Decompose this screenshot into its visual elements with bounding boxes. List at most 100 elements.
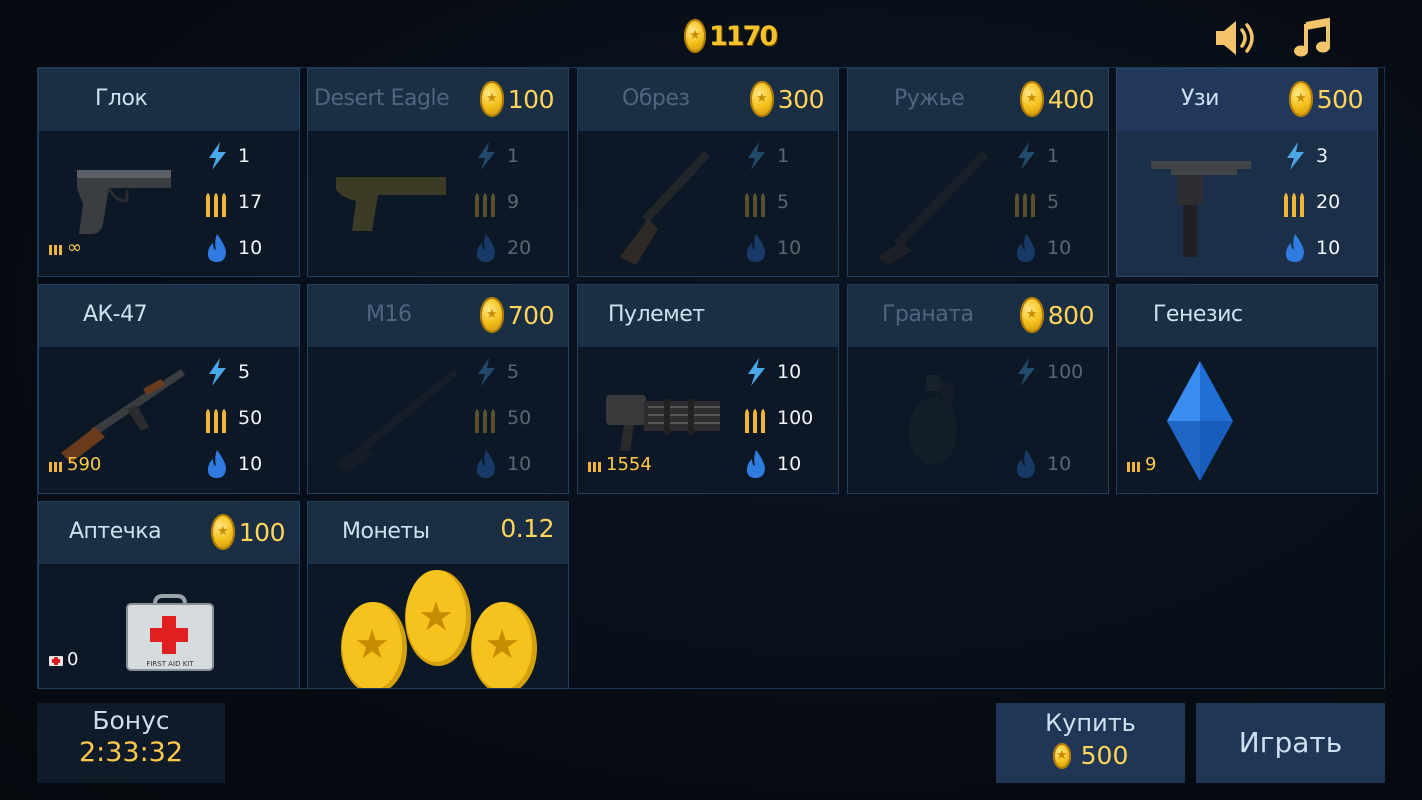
- play-button[interactable]: Играть: [1196, 703, 1385, 783]
- fire-value: 10: [1047, 237, 1072, 259]
- damage-stat: 100: [1013, 357, 1083, 387]
- fire-value: 20: [507, 237, 532, 259]
- uzi-icon: [1151, 161, 1251, 257]
- fire-icon: [1013, 449, 1039, 479]
- fire-value: 10: [238, 453, 263, 475]
- damage-value: 10: [777, 361, 802, 383]
- damage-stat: 10: [743, 357, 801, 387]
- bullets-icon: [743, 403, 769, 433]
- lightning-icon: [1013, 357, 1039, 387]
- item-name: Аптечка: [69, 519, 162, 544]
- ak47-icon: [61, 369, 185, 463]
- ammo-value: 1554: [606, 454, 652, 475]
- item-card-desert-eagle[interactable]: Desert Eagle 100 1 9 20: [307, 68, 569, 277]
- fire-icon: [1282, 233, 1308, 263]
- shotgun-icon: [620, 151, 710, 265]
- fire-stat: 10: [1013, 449, 1071, 479]
- price: 500: [1288, 81, 1364, 117]
- damage-stat: 5: [473, 357, 519, 387]
- price-value: 100: [238, 517, 286, 547]
- buy-button[interactable]: Купить 500: [996, 703, 1185, 783]
- top-bar: 1170: [0, 0, 1422, 66]
- item-name: Узи: [1181, 86, 1219, 111]
- ammo-count: 0: [49, 649, 78, 670]
- clip-stat: 5: [743, 187, 789, 217]
- bullets-icon: [743, 187, 769, 217]
- damage-value: 1: [1047, 145, 1060, 167]
- fire-stat: 10: [473, 449, 531, 479]
- music-note-icon[interactable]: [1290, 16, 1338, 60]
- item-card-m16[interactable]: М16 700 5 50 10: [307, 284, 569, 494]
- damage-value: 1: [507, 145, 520, 167]
- item-name: Desert Eagle: [314, 86, 450, 111]
- fire-icon: [204, 449, 230, 479]
- item-card-sawed-off[interactable]: Обрез 300 1 5 10: [577, 68, 839, 277]
- coin-icon: [479, 297, 504, 333]
- coin-icon: [749, 81, 774, 117]
- item-name: Ружье: [894, 86, 965, 111]
- clip-value: 20: [1316, 191, 1341, 213]
- fire-value: 10: [238, 237, 263, 259]
- clip-stat: 5: [1013, 187, 1059, 217]
- item-name: АК-47: [83, 302, 148, 327]
- clip-value: 5: [777, 191, 790, 213]
- fire-stat: 10: [743, 449, 801, 479]
- ammo-value: 0: [67, 649, 79, 670]
- lightning-icon: [1282, 141, 1308, 171]
- fire-icon: [743, 449, 769, 479]
- price: 0.12: [500, 514, 554, 543]
- coin-balance-value: 1170: [709, 20, 778, 52]
- item-card-genesis[interactable]: Генезис 9: [1116, 284, 1378, 494]
- bonus-label: Бонус: [92, 706, 170, 735]
- damage-value: 5: [238, 361, 251, 383]
- shop-grid: Глок 1 17 10 ∞ Desert Eagle 100 1 9 20 О: [37, 67, 1385, 689]
- clip-stat: 17: [204, 187, 262, 217]
- coin-icon: [210, 514, 235, 550]
- damage-value: 1: [777, 145, 790, 167]
- card-header: Аптечка 100: [39, 502, 299, 564]
- fire-icon: [743, 233, 769, 263]
- ammo-count: 1554: [588, 454, 652, 475]
- lightning-icon: [204, 357, 230, 387]
- medkit-small-icon: [49, 655, 63, 666]
- svg-text:★: ★: [354, 622, 390, 668]
- clip-stat: 50: [204, 403, 262, 433]
- medkit-icon: FIRST AID KIT: [126, 594, 214, 671]
- bullets-icon: [588, 461, 601, 472]
- card-header: Глок: [39, 69, 299, 131]
- bullets-icon: [473, 403, 499, 433]
- damage-stat: 1: [743, 141, 789, 171]
- item-name: Глок: [95, 86, 148, 111]
- bullets-icon: [204, 187, 230, 217]
- item-card-medkit[interactable]: Аптечка 100 FIRST AID KIT 0: [38, 501, 300, 689]
- item-card-coins[interactable]: Монеты 0.12 ★ ★ ★: [307, 501, 569, 689]
- ammo-count: 590: [49, 454, 101, 475]
- item-card-rifle[interactable]: Ружье 400 1 5 10: [847, 68, 1109, 277]
- svg-text:★: ★: [484, 622, 520, 668]
- fire-value: 10: [507, 453, 532, 475]
- fire-value: 10: [777, 453, 802, 475]
- glock-icon: [77, 170, 171, 234]
- damage-value: 100: [1047, 361, 1084, 383]
- price-value: 500: [1316, 84, 1364, 114]
- fire-stat: 10: [1282, 233, 1340, 263]
- bonus-panel[interactable]: Бонус 2:33:32: [37, 703, 225, 783]
- item-card-glock[interactable]: Глок 1 17 10 ∞: [38, 68, 300, 277]
- card-header: Пулемет: [578, 285, 838, 347]
- clip-value: 17: [238, 191, 263, 213]
- speaker-icon[interactable]: [1212, 16, 1260, 60]
- item-name: Пулемет: [608, 302, 705, 327]
- price-value: 400: [1047, 84, 1095, 114]
- rifle-icon: [878, 151, 988, 265]
- item-card-grenade[interactable]: Граната 800 100 10: [847, 284, 1109, 494]
- price: 700: [479, 297, 555, 333]
- item-card-minigun[interactable]: Пулемет 10 100 10 1554: [577, 284, 839, 494]
- price-value: 100: [507, 84, 555, 114]
- bonus-timer: 2:33:32: [78, 737, 184, 768]
- fire-value: 10: [1316, 237, 1341, 259]
- item-card-uzi[interactable]: Узи 500 3 20 10: [1116, 68, 1378, 277]
- clip-value: 50: [507, 407, 532, 429]
- item-card-ak47[interactable]: АК-47 5 50 10 590: [38, 284, 300, 494]
- bullets-icon: [1127, 461, 1140, 472]
- coin-icon: [1288, 81, 1313, 117]
